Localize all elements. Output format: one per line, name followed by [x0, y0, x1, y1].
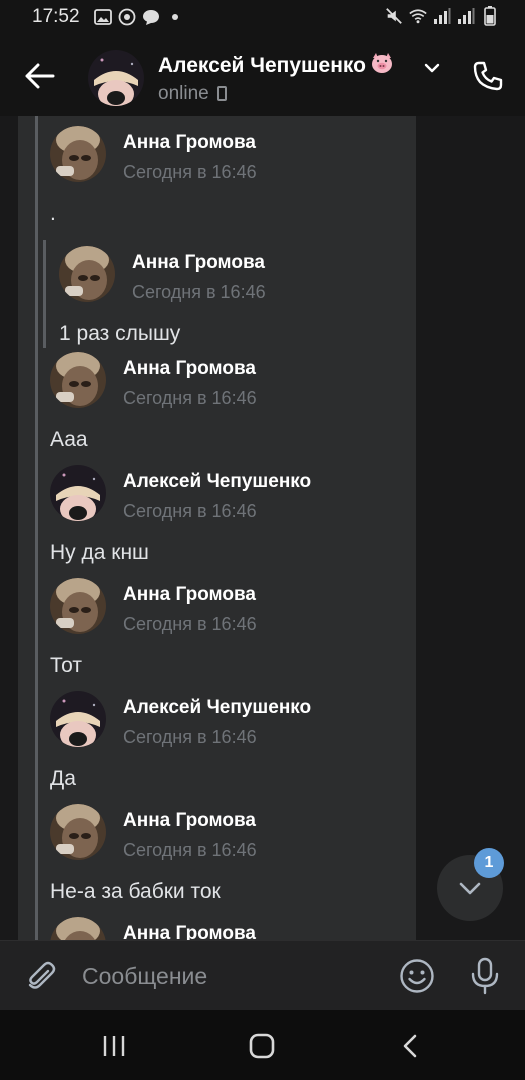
- message-item[interactable]: Анна Громова Сегодня в 16:46 Не-а за баб…: [0, 804, 400, 917]
- status-icons-left: [94, 8, 184, 26]
- back-button[interactable]: [20, 56, 60, 96]
- message-author[interactable]: Анна Громова: [123, 810, 256, 832]
- message-text: Ааа: [50, 428, 88, 451]
- message-item[interactable]: Алексей Чепушенко Сегодня в 16:46 Ну да …: [0, 465, 400, 578]
- attach-button[interactable]: [22, 957, 60, 995]
- phone-icon: [473, 61, 503, 91]
- message-item[interactable]: Анна Громова Сегодня в 16:46 .: [0, 116, 400, 240]
- contact-name[interactable]: Алексей Чепушенко: [158, 52, 394, 80]
- message-author[interactable]: Анна Громова: [123, 584, 256, 606]
- status-icons-right: [385, 6, 499, 26]
- dot-icon: [166, 8, 184, 26]
- avatar-anna[interactable]: [50, 804, 106, 860]
- avatar-anna[interactable]: [50, 578, 106, 634]
- message-text: 1 раз слышу: [59, 322, 181, 345]
- message-author[interactable]: Анна Громова: [132, 252, 265, 274]
- avatar-aleksey[interactable]: [50, 691, 106, 747]
- emoji-button[interactable]: [398, 957, 436, 995]
- message-text: Не-а за бабки ток: [50, 880, 221, 903]
- message-text: Ну да кнш: [50, 541, 149, 564]
- nested-message-item[interactable]: Анна Громова Сегодня в 16:46 1 раз слышу: [0, 240, 400, 352]
- message-author[interactable]: Алексей Чепушенко: [123, 697, 311, 719]
- avatar-aleksey[interactable]: [50, 465, 106, 521]
- smiley-icon: [400, 959, 434, 993]
- pig-emoji: [370, 52, 394, 80]
- chat-bubble-icon: [142, 8, 160, 26]
- status-time: 17:52: [32, 6, 80, 27]
- call-button[interactable]: [468, 56, 508, 96]
- message-text: Да: [50, 767, 76, 790]
- message-item[interactable]: Анна Громова: [0, 917, 400, 940]
- chat-header: Алексей Чепушенко online: [0, 36, 525, 116]
- status-bar: 17:52: [0, 0, 525, 36]
- paperclip-icon: [28, 961, 56, 989]
- message-text: .: [50, 202, 56, 225]
- chrome-icon: [118, 8, 136, 26]
- chevron-down-icon: [459, 882, 481, 895]
- recent-apps-icon: [103, 1036, 125, 1056]
- contact-avatar[interactable]: [88, 50, 144, 106]
- arrow-left-icon: [25, 63, 55, 89]
- mute-icon: [385, 7, 403, 25]
- signal-icon: [457, 7, 475, 25]
- message-time: Сегодня в 16:46: [132, 282, 266, 302]
- message-time: Сегодня в 16:46: [123, 727, 257, 747]
- message-time: Сегодня в 16:46: [123, 840, 257, 860]
- message-time: Сегодня в 16:46: [123, 388, 257, 408]
- signal-icon: [433, 7, 451, 25]
- image-icon: [94, 8, 112, 26]
- message-item[interactable]: Анна Громова Сегодня в 16:46 Тот: [0, 578, 400, 691]
- message-time: Сегодня в 16:46: [123, 614, 257, 634]
- message-item[interactable]: Алексей Чепушенко Сегодня в 16:46 Да: [0, 691, 400, 804]
- avatar-anna[interactable]: [59, 246, 115, 302]
- message-time: Сегодня в 16:46: [123, 162, 257, 182]
- system-nav-bar: [0, 1010, 525, 1080]
- unread-badge: 1: [474, 848, 504, 878]
- recent-apps-button[interactable]: [92, 1024, 136, 1068]
- home-button[interactable]: [240, 1024, 284, 1068]
- message-input[interactable]: [82, 959, 382, 993]
- nav-back-icon: [403, 1034, 417, 1058]
- message-time: Сегодня в 16:46: [123, 501, 257, 521]
- contact-status: online: [158, 83, 227, 105]
- chevron-down-icon[interactable]: [422, 58, 442, 78]
- nav-back-button[interactable]: [388, 1024, 432, 1068]
- battery-icon: [481, 6, 499, 26]
- avatar-anna[interactable]: [50, 126, 106, 182]
- home-icon: [249, 1033, 275, 1059]
- avatar-anna[interactable]: [50, 917, 106, 940]
- chat-history[interactable]: Анна Громова Сегодня в 16:46 . Анна Гром…: [0, 116, 525, 940]
- avatar-anna[interactable]: [50, 352, 106, 408]
- voice-message-button[interactable]: [466, 955, 504, 997]
- message-author[interactable]: Алексей Чепушенко: [123, 471, 311, 493]
- message-author[interactable]: Анна Громова: [123, 923, 256, 940]
- message-text: Тот: [50, 654, 83, 677]
- message-item[interactable]: Анна Громова Сегодня в 16:46 Ааа: [0, 352, 400, 465]
- microphone-icon: [471, 957, 499, 995]
- message-author[interactable]: Анна Громова: [123, 358, 256, 380]
- mobile-phone-icon: [216, 86, 227, 101]
- message-author[interactable]: Анна Громова: [123, 132, 256, 154]
- wifi-icon: [409, 7, 427, 25]
- message-composer: [0, 940, 525, 1010]
